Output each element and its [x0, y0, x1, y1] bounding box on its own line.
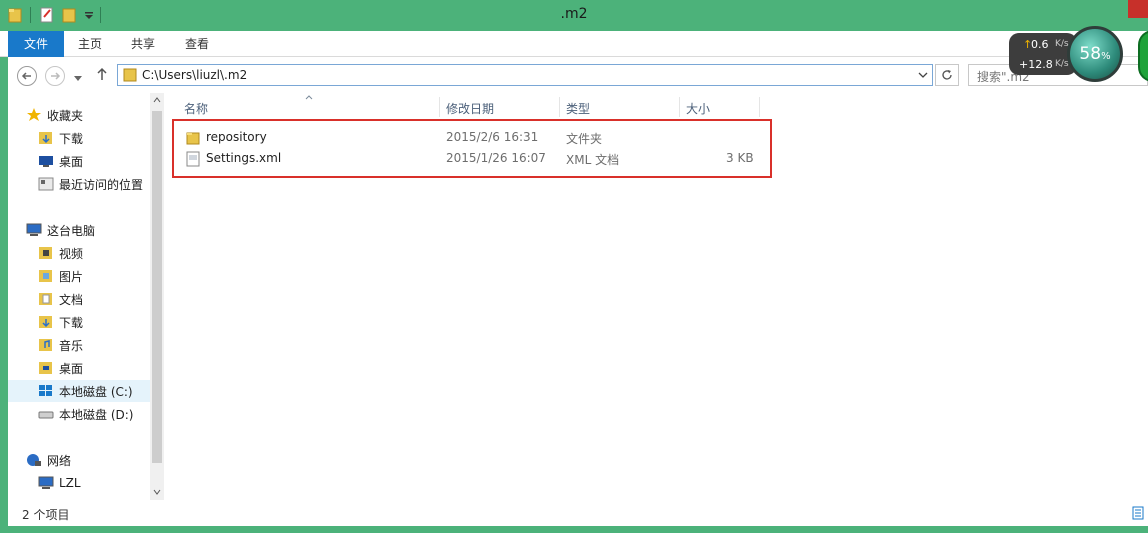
nav-item-desktop-pc[interactable]: 桌面: [38, 357, 83, 379]
arrow-up-icon: [97, 67, 107, 80]
nav-item-videos[interactable]: 视频: [38, 242, 83, 264]
nav-label: 桌面: [59, 154, 84, 169]
accelerate-ball[interactable]: [1138, 30, 1148, 82]
usage-percent: 58: [1079, 44, 1102, 64]
nav-item-pictures[interactable]: 图片: [38, 265, 83, 287]
nav-item-downloads[interactable]: 下载: [38, 127, 83, 149]
nav-label: 这台电脑: [47, 223, 96, 238]
downloads-folder-icon: [39, 316, 52, 328]
scroll-down-icon[interactable]: [153, 489, 161, 495]
desktop-folder-icon: [39, 362, 52, 374]
upload-speed: 0.6: [1031, 38, 1049, 51]
recent-dropdown-icon[interactable]: [74, 71, 82, 85]
address-path: C:\Users\liuzl\.m2: [142, 68, 248, 82]
nav-label: LZL: [59, 476, 81, 490]
downloads-folder-icon: [39, 132, 52, 144]
address-bar-row: C:\Users\liuzl\.m2 搜索".m2: [8, 57, 1148, 93]
percent-sign: %: [1101, 51, 1111, 62]
status-bar: 2 个项目: [8, 500, 1148, 526]
column-header-name[interactable]: 名称: [184, 100, 208, 116]
memory-usage-gauge[interactable]: 58%: [1067, 26, 1123, 82]
column-divider[interactable]: [679, 97, 680, 117]
forward-button[interactable]: [45, 66, 65, 86]
star-icon: [27, 108, 41, 121]
column-header-size[interactable]: 大小: [686, 100, 710, 116]
nav-this-pc[interactable]: 这台电脑: [26, 219, 95, 241]
download-speed: +12.8: [1019, 58, 1053, 71]
videos-folder-icon: [39, 247, 52, 259]
chevron-down-icon[interactable]: [918, 72, 928, 79]
arrow-right-icon: [51, 72, 61, 80]
nav-item-drive-d[interactable]: 本地磁盘 (D:): [38, 403, 133, 425]
tab-home[interactable]: 主页: [64, 31, 116, 57]
nav-item-drive-c[interactable]: 本地磁盘 (C:): [8, 380, 150, 402]
download-unit: K/s: [1055, 59, 1069, 69]
navigation-pane: 收藏夹 下载 桌面 最近访问的位置 这台电脑 视频 图片 文档 下载 音乐 桌面…: [8, 93, 150, 500]
refresh-button[interactable]: [935, 64, 959, 86]
column-divider[interactable]: [439, 97, 440, 117]
window-border: [0, 526, 1148, 533]
nav-network[interactable]: 网络: [26, 449, 71, 471]
column-header-type[interactable]: 类型: [566, 100, 590, 116]
column-header-date[interactable]: 修改日期: [446, 100, 494, 116]
nav-label: 本地磁盘 (D:): [59, 407, 134, 422]
explorer-window: .m2 文件 主页 共享 查看 C:\Users\liuzl\.m2 搜索".m…: [0, 0, 1148, 533]
drive-icon: [38, 411, 54, 419]
tab-file[interactable]: 文件: [8, 31, 64, 57]
folder-icon: [123, 68, 137, 82]
column-divider[interactable]: [559, 97, 560, 117]
music-folder-icon: [39, 339, 52, 351]
column-divider[interactable]: [759, 97, 760, 117]
nav-label: 图片: [59, 269, 84, 284]
nav-label: 文档: [59, 292, 84, 307]
refresh-icon: [942, 70, 952, 80]
desktop-icon: [39, 156, 53, 167]
sort-ascending-icon: [305, 95, 313, 100]
close-button[interactable]: [1128, 0, 1148, 18]
nav-item-music[interactable]: 音乐: [38, 334, 83, 356]
window-title: .m2: [560, 6, 588, 22]
details-view-icon[interactable]: [1132, 506, 1144, 520]
nav-item-lzl[interactable]: LZL: [38, 472, 81, 494]
item-count: 2 个项目: [22, 508, 70, 522]
nav-item-desktop[interactable]: 桌面: [38, 150, 83, 172]
selection-highlight-box: [172, 119, 772, 178]
network-icon: [27, 454, 41, 466]
nav-label: 网络: [47, 453, 72, 468]
pictures-folder-icon: [39, 270, 52, 282]
nav-favorites[interactable]: 收藏夹: [26, 104, 83, 126]
nav-label: 音乐: [59, 338, 84, 353]
nav-label: 最近访问的位置: [59, 177, 144, 192]
nav-item-documents[interactable]: 文档: [38, 288, 83, 310]
ribbon-tabs: 文件 主页 共享 查看: [0, 31, 1148, 57]
nav-label: 视频: [59, 246, 84, 261]
nav-item-downloads-pc[interactable]: 下载: [38, 311, 83, 333]
windows-drive-icon: [39, 385, 52, 396]
nav-label: 本地磁盘 (C:): [59, 384, 133, 399]
address-input[interactable]: C:\Users\liuzl\.m2: [117, 64, 933, 86]
nav-label: 收藏夹: [47, 108, 84, 123]
scrollbar-thumb[interactable]: [152, 111, 162, 463]
tab-share[interactable]: 共享: [116, 31, 170, 57]
nav-label: 桌面: [59, 361, 84, 376]
computer-icon: [38, 476, 54, 489]
back-button[interactable]: [17, 66, 37, 86]
computer-icon: [26, 223, 42, 236]
scroll-up-icon[interactable]: [153, 97, 161, 103]
recent-places-icon: [38, 177, 54, 191]
nav-label: 下载: [59, 131, 84, 146]
nav-label: 下载: [59, 315, 84, 330]
tab-view[interactable]: 查看: [170, 31, 224, 57]
title-bar: .m2: [0, 0, 1148, 31]
arrow-left-icon: [21, 72, 31, 80]
documents-folder-icon: [39, 293, 52, 305]
nav-scrollbar[interactable]: [150, 93, 164, 500]
nav-item-recent[interactable]: 最近访问的位置: [38, 173, 143, 195]
up-button[interactable]: [96, 67, 108, 84]
